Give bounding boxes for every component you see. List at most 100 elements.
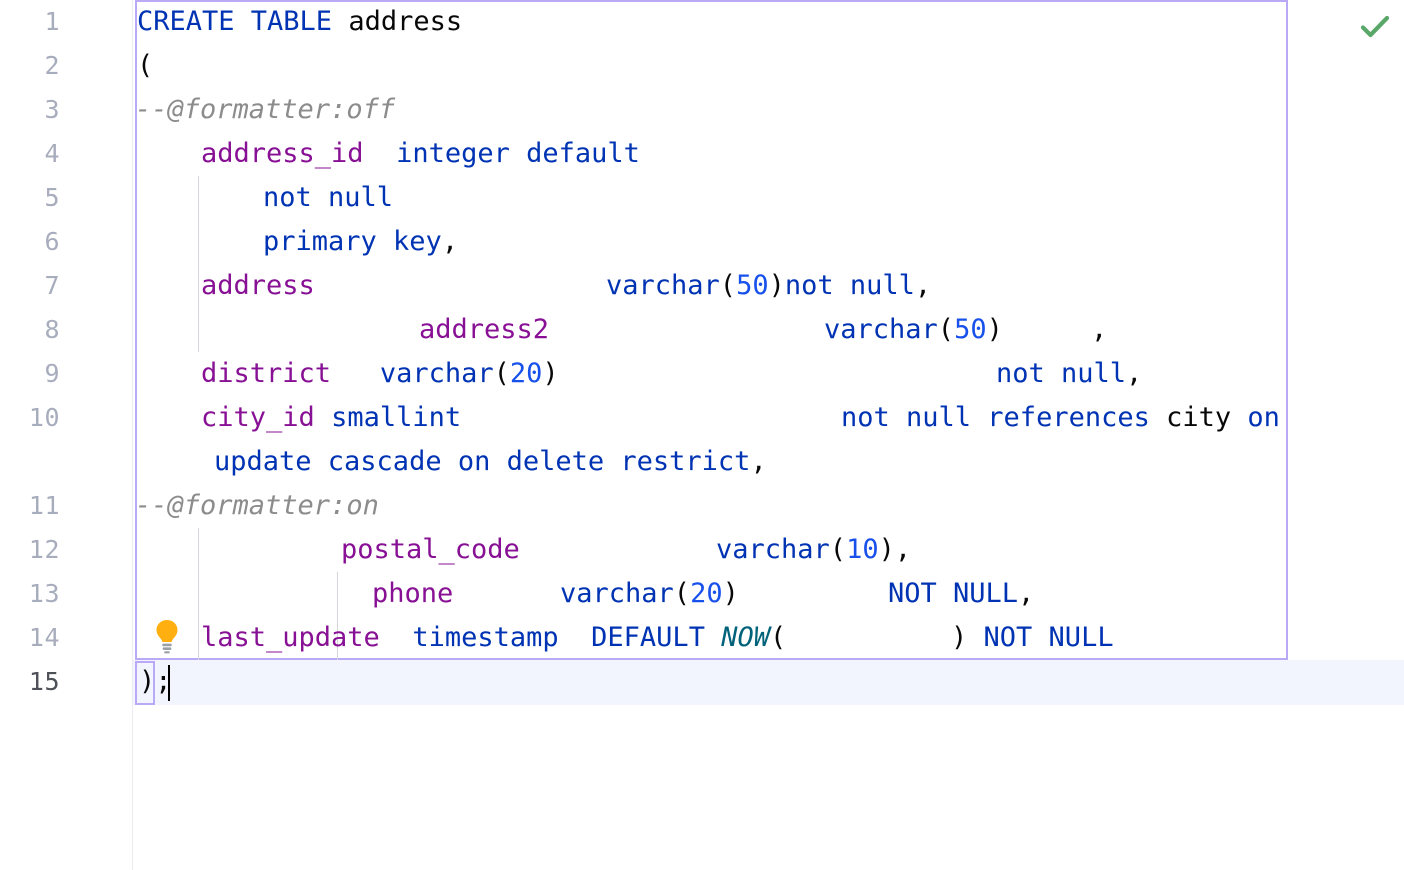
line-number-6[interactable]: 6 [0, 220, 60, 264]
line-number-3[interactable]: 3 [0, 88, 60, 132]
line-number-8[interactable]: 8 [0, 308, 60, 352]
code-line[interactable]: address2 [419, 308, 549, 352]
code-token: NOT NULL [983, 622, 1114, 653]
code-token: timestamp [412, 622, 559, 653]
line-number-9[interactable]: 9 [0, 352, 60, 396]
code-line[interactable]: --@formatter:off [135, 88, 395, 132]
code-token: ) [951, 622, 968, 653]
code-token: , [1126, 358, 1143, 389]
code-token: address2 [419, 314, 550, 345]
code-token: ; [155, 666, 172, 697]
code-fragment[interactable]: varchar(20) [560, 572, 739, 616]
code-token: address [201, 270, 315, 301]
line-number-14[interactable]: 14 [0, 616, 60, 660]
code-token: not null [996, 358, 1127, 389]
code-token: city [1166, 402, 1232, 433]
code-line[interactable]: district varchar(20) [201, 352, 559, 396]
code-token: city_id [201, 402, 315, 433]
line-number-13[interactable]: 13 [0, 572, 60, 616]
line-number-4[interactable]: 4 [0, 132, 60, 176]
code-token: NOT NULL [888, 578, 1019, 609]
code-line[interactable]: CREATE TABLE address [137, 0, 462, 44]
line-number-15[interactable]: 15 [0, 660, 60, 704]
code-line[interactable]: ); [139, 660, 172, 704]
code-token: , [750, 446, 767, 477]
code-token: ) [139, 666, 156, 697]
code-line[interactable]: city_id smallint [201, 396, 461, 440]
code-token: 20 [690, 578, 723, 609]
code-token: on [1247, 402, 1280, 433]
code-token: varchar [716, 534, 830, 565]
line-number-5[interactable]: 5 [0, 176, 60, 220]
code-token: ( [769, 622, 787, 653]
code-token: ( [673, 578, 691, 609]
code-token: ) [768, 270, 785, 301]
code-token: update cascade on delete restrict [214, 446, 751, 477]
line-number-7[interactable]: 7 [0, 264, 60, 308]
code-token: varchar [824, 314, 938, 345]
code-line[interactable]: postal_code [341, 528, 520, 572]
code-line[interactable]: address [201, 264, 315, 308]
code-line[interactable]: primary key, [263, 220, 458, 264]
code-fragment[interactable]: varchar(50)not null, [606, 264, 931, 308]
code-token: varchar [606, 270, 720, 301]
code-token: ) [986, 314, 1003, 345]
indent-guide [198, 308, 199, 352]
code-token: last_update [201, 622, 380, 653]
code-line[interactable]: ( [137, 44, 153, 88]
code-fragment[interactable]: not null, [996, 352, 1142, 396]
code-fragment[interactable]: varchar(10), [716, 528, 911, 572]
line-number-2[interactable]: 2 [0, 44, 60, 88]
line-number-11[interactable]: 11 [0, 484, 60, 528]
code-token: address_id [201, 138, 364, 169]
editor-gutter[interactable]: 1 2 3 4 5 6 7 8 9 10 11 12 13 14 15 [0, 0, 132, 870]
code-token: 20 [509, 358, 543, 389]
indent-guide [198, 528, 199, 660]
code-token: district [201, 358, 332, 389]
code-area[interactable]: CREATE TABLE address ( --@formatter:off … [132, 0, 1404, 870]
code-token: 50 [954, 314, 987, 345]
code-token: 50 [736, 270, 769, 301]
code-token: varchar [560, 578, 674, 609]
code-token: , [1018, 578, 1035, 609]
code-token: phone [372, 578, 454, 609]
line-number-10[interactable]: 10 [0, 396, 60, 440]
code-line[interactable]: address_id integer default [201, 132, 640, 176]
code-token: NOW [721, 622, 770, 653]
code-token: CREATE TABLE [137, 6, 349, 37]
code-token: ) [542, 358, 559, 389]
sql-code-editor[interactable]: 1 2 3 4 5 6 7 8 9 10 11 12 13 14 15 CREA… [0, 0, 1404, 870]
code-token: primary key [263, 226, 442, 257]
code-token: postal_code [341, 534, 520, 565]
code-fragment[interactable]: NOT NULL, [888, 572, 1034, 616]
code-line[interactable]: update cascade on delete restrict, [214, 440, 767, 484]
line-number-1[interactable]: 1 [0, 0, 60, 44]
code-token: 10 [846, 534, 879, 565]
code-token: , [914, 270, 932, 301]
code-line[interactable]: last_update timestamp DEFAULT NOW( [201, 616, 786, 660]
code-line[interactable]: not null [263, 176, 393, 220]
code-token: ) [722, 578, 739, 609]
code-token: , [1091, 314, 1108, 345]
code-token: integer default [396, 138, 640, 169]
code-line[interactable]: phone [372, 572, 453, 616]
code-token: not null [784, 270, 915, 301]
code-token: varchar [379, 358, 494, 389]
code-line[interactable]: --@formatter:on [135, 484, 379, 528]
code-fragment[interactable]: varchar(50) [824, 308, 1003, 352]
code-fragment[interactable]: , [1091, 308, 1107, 352]
indent-guide [198, 176, 199, 308]
code-fragment[interactable]: ) NOT NULL [951, 616, 1114, 660]
code-token: --@formatter:on [135, 490, 379, 521]
code-fragment[interactable]: not null references city on [841, 396, 1280, 440]
code-token: ( [137, 50, 154, 81]
code-token: , [441, 226, 459, 257]
line-number-12[interactable]: 12 [0, 528, 60, 572]
